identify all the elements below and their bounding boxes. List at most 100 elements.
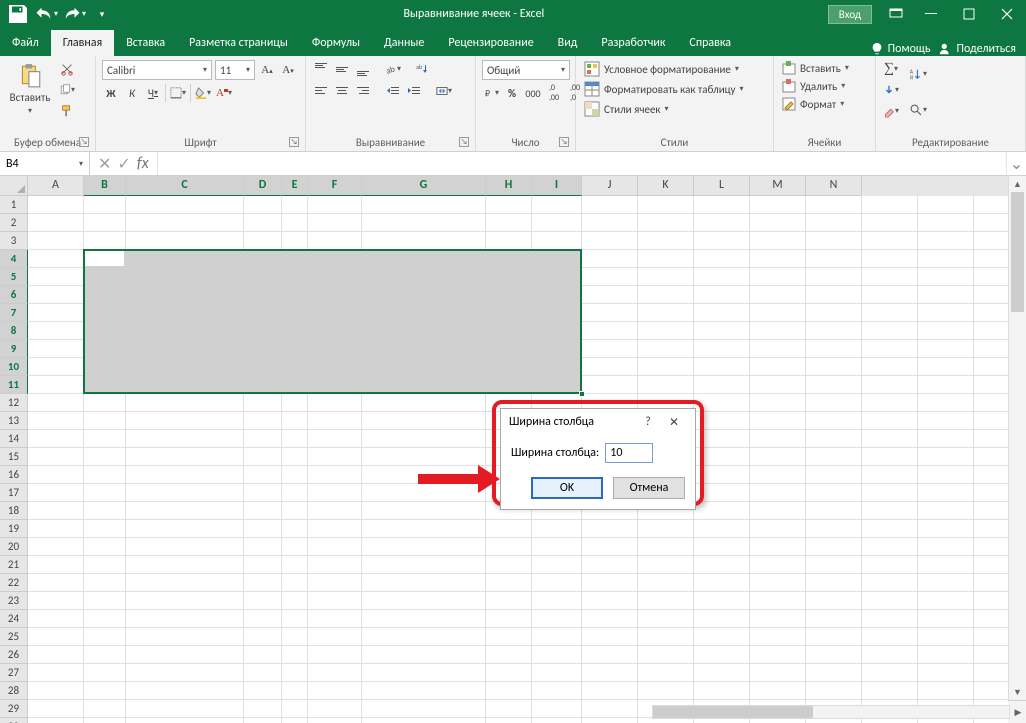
- underline-button[interactable]: Ч▾: [144, 84, 162, 102]
- fill-handle[interactable]: [579, 391, 585, 397]
- align-bottom-icon[interactable]: [354, 60, 372, 78]
- row-header[interactable]: 27: [0, 664, 28, 682]
- column-header[interactable]: N: [806, 176, 862, 196]
- tab-главная[interactable]: Главная: [51, 30, 114, 56]
- accounting-format-icon[interactable]: ₽▾: [482, 84, 500, 102]
- number-format-combo[interactable]: Общий▾: [482, 60, 570, 80]
- expand-formula-bar-icon[interactable]: ⌄: [1006, 152, 1026, 175]
- align-top-icon[interactable]: [312, 60, 330, 78]
- insert-cells-button[interactable]: Вставить▾: [780, 60, 851, 76]
- row-header[interactable]: 15: [0, 448, 28, 466]
- tab-файл[interactable]: Файл: [0, 30, 51, 56]
- row-header[interactable]: 4: [0, 250, 28, 268]
- close-icon[interactable]: [988, 0, 1026, 28]
- tab-вид[interactable]: Вид: [546, 30, 590, 56]
- column-headers[interactable]: ABCDEFGHIJKLMN: [28, 176, 1008, 196]
- column-header[interactable]: I: [532, 176, 582, 196]
- name-box[interactable]: B4▾: [0, 152, 90, 175]
- merge-center-icon[interactable]: ▾: [435, 82, 453, 100]
- increase-decimal-icon[interactable]: ,0,00: [545, 84, 563, 102]
- fill-icon[interactable]: ▾: [882, 81, 900, 99]
- align-center-icon[interactable]: [333, 82, 351, 100]
- row-header[interactable]: 20: [0, 538, 28, 556]
- find-select-icon[interactable]: ▾: [904, 96, 932, 124]
- vscroll-thumb[interactable]: [1011, 192, 1024, 312]
- sort-filter-icon[interactable]: AЯ▾: [904, 60, 932, 88]
- font-name-combo[interactable]: Calibri▾: [102, 60, 212, 80]
- format-cells-button[interactable]: Формат▾: [780, 96, 846, 112]
- vertical-scrollbar[interactable]: ▲ ▼: [1008, 176, 1026, 700]
- row-header[interactable]: 22: [0, 574, 28, 592]
- row-header[interactable]: 14: [0, 430, 28, 448]
- row-header[interactable]: 30: [0, 718, 28, 723]
- column-header[interactable]: H: [486, 176, 532, 196]
- column-header[interactable]: J: [582, 176, 638, 196]
- scroll-down-icon[interactable]: ▼: [1009, 684, 1026, 700]
- column-header[interactable]: F: [308, 176, 362, 196]
- scroll-up-icon[interactable]: ▲: [1009, 176, 1026, 192]
- row-header[interactable]: 11: [0, 376, 28, 394]
- font-launcher-icon[interactable]: ↘: [289, 137, 299, 147]
- cut-icon[interactable]: [58, 60, 76, 78]
- row-header[interactable]: 21: [0, 556, 28, 574]
- ok-button[interactable]: OK: [531, 477, 603, 499]
- hscroll-thumb[interactable]: [653, 706, 813, 718]
- undo-icon[interactable]: ▾: [34, 3, 58, 25]
- tab-разметка страницы[interactable]: Разметка страницы: [177, 30, 300, 56]
- row-header[interactable]: 16: [0, 466, 28, 484]
- italic-button[interactable]: К: [123, 84, 141, 102]
- column-header[interactable]: D: [244, 176, 282, 196]
- row-header[interactable]: 1: [0, 196, 28, 214]
- column-header[interactable]: K: [638, 176, 694, 196]
- conditional-formatting-button[interactable]: Условное форматирование▾: [582, 60, 741, 78]
- autosum-icon[interactable]: ∑▾: [882, 60, 900, 78]
- borders-icon[interactable]: ▾: [169, 84, 187, 102]
- cell-styles-button[interactable]: Стили ячеек▾: [582, 100, 671, 118]
- minimize-icon[interactable]: [912, 0, 950, 28]
- dialog-close-icon[interactable]: ✕: [661, 415, 687, 430]
- cells-area[interactable]: Ширина столбца ? ✕ Ширина столбца: OK От…: [28, 196, 1008, 723]
- save-icon[interactable]: [6, 3, 30, 25]
- row-header[interactable]: 24: [0, 610, 28, 628]
- select-all-button[interactable]: [0, 176, 28, 196]
- increase-font-icon[interactable]: A▴: [258, 61, 276, 79]
- accept-formula-icon[interactable]: ✓: [117, 154, 130, 174]
- paste-button[interactable]: Вставить▾: [6, 60, 54, 119]
- increase-indent-icon[interactable]: [405, 82, 423, 100]
- decrease-indent-icon[interactable]: [384, 82, 402, 100]
- row-header[interactable]: 29: [0, 700, 28, 718]
- clear-icon[interactable]: ▾: [882, 102, 900, 120]
- column-header[interactable]: E: [282, 176, 308, 196]
- qat-customize-icon[interactable]: ▾: [90, 3, 114, 25]
- column-header[interactable]: B: [84, 176, 126, 196]
- tab-формулы[interactable]: Формулы: [300, 30, 372, 56]
- row-header[interactable]: 13: [0, 412, 28, 430]
- align-middle-icon[interactable]: [333, 60, 351, 78]
- redo-icon[interactable]: ▾: [62, 3, 86, 25]
- row-header[interactable]: 8: [0, 322, 28, 340]
- row-header[interactable]: 25: [0, 628, 28, 646]
- copy-icon[interactable]: ▾: [58, 81, 76, 99]
- tell-me-button[interactable]: Помощь: [870, 42, 931, 56]
- fill-color-icon[interactable]: ▾: [194, 84, 212, 102]
- row-header[interactable]: 17: [0, 484, 28, 502]
- row-header[interactable]: 12: [0, 394, 28, 412]
- sign-in-button[interactable]: Вход: [828, 5, 872, 24]
- column-header[interactable]: A: [28, 176, 84, 196]
- column-header[interactable]: M: [750, 176, 806, 196]
- row-header[interactable]: 26: [0, 646, 28, 664]
- align-left-icon[interactable]: [312, 82, 330, 100]
- row-header[interactable]: 23: [0, 592, 28, 610]
- insert-function-icon[interactable]: fx: [137, 154, 149, 173]
- tab-вставка[interactable]: Вставка: [114, 30, 177, 56]
- formula-input[interactable]: [158, 152, 1006, 175]
- tab-рецензирование[interactable]: Рецензирование: [436, 30, 545, 56]
- font-color-icon[interactable]: A▾: [215, 84, 233, 102]
- tab-справка[interactable]: Справка: [677, 30, 743, 56]
- column-width-input[interactable]: [605, 443, 653, 463]
- ribbon-options-icon[interactable]: [880, 0, 912, 28]
- row-header[interactable]: 10: [0, 358, 28, 376]
- bold-button[interactable]: Ж: [102, 84, 120, 102]
- row-header[interactable]: 9: [0, 340, 28, 358]
- format-as-table-button[interactable]: Форматировать как таблицу▾: [582, 80, 746, 98]
